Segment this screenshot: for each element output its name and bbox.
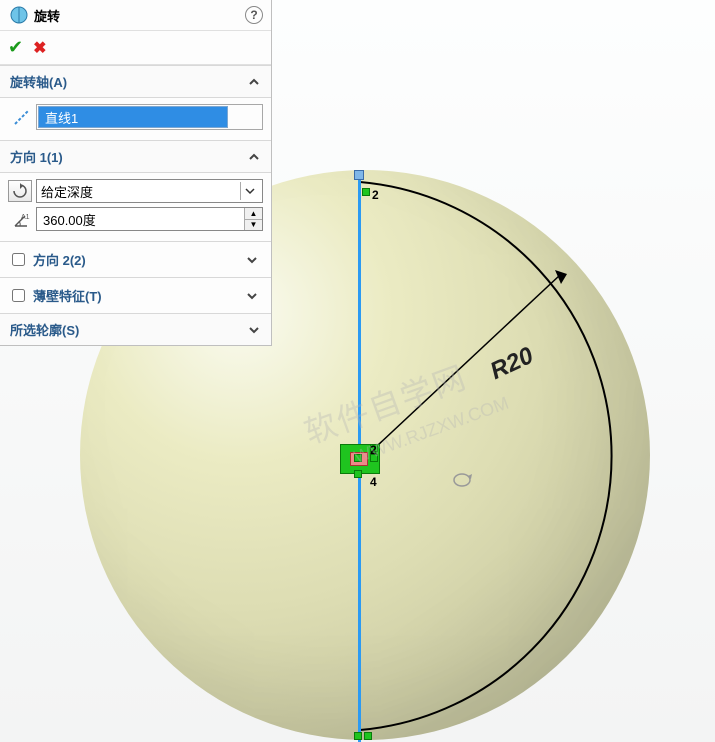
end-condition-dropdown[interactable]: 给定深度 [36, 179, 263, 203]
group-title-dir1: 方向 1(1) [10, 147, 63, 166]
group-body-axis [0, 98, 271, 140]
group-header-contours[interactable]: 所选轮廓(S) [0, 313, 271, 345]
group-header-dir1[interactable]: 方向 1(1) [0, 140, 271, 173]
angle-input[interactable] [37, 208, 244, 230]
group-body-dir1: 给定深度 A1 ▲ ▼ [0, 173, 271, 241]
angle-spinner[interactable]: ▲ ▼ [36, 207, 263, 231]
angle-icon: A1 [8, 209, 36, 229]
chevron-down-icon [247, 323, 261, 337]
dir2-checkbox[interactable] [12, 253, 25, 266]
axis-selection-input[interactable] [38, 106, 228, 128]
relation-handle[interactable] [354, 470, 362, 478]
thin-feature-checkbox[interactable] [12, 289, 25, 302]
rotate-indicator-icon [450, 470, 474, 490]
group-title-axis: 旋转轴(A) [10, 72, 67, 91]
revolve-feature-icon [8, 4, 30, 26]
panel-title: 旋转 [34, 6, 245, 25]
chevron-down-icon [245, 253, 259, 267]
spin-down-button[interactable]: ▼ [245, 220, 262, 231]
group-title-thin: 薄壁特征(T) [33, 286, 102, 305]
endpoint-handle-bottom[interactable] [354, 732, 362, 740]
spin-up-button[interactable]: ▲ [245, 208, 262, 220]
chevron-up-icon [247, 150, 261, 164]
reverse-direction-button[interactable] [8, 180, 32, 202]
confirm-row: ✔ ✖ [0, 31, 271, 65]
group-header-dir2[interactable]: 方向 2(2) [0, 241, 271, 277]
chevron-down-icon [245, 289, 259, 303]
ok-button[interactable]: ✔ [8, 37, 23, 58]
point-label: 2 [372, 188, 379, 202]
end-condition-value: 给定深度 [41, 182, 240, 201]
svg-text:A1: A1 [21, 214, 30, 221]
axis-line-icon [8, 107, 36, 127]
group-header-axis[interactable]: 旋转轴(A) [0, 65, 271, 98]
panel-header: 旋转 ? [0, 0, 271, 31]
chevron-up-icon [247, 75, 261, 89]
group-title-contours: 所选轮廓(S) [10, 320, 79, 339]
point-label: 2 [370, 443, 377, 457]
help-icon[interactable]: ? [245, 6, 263, 24]
group-title-dir2: 方向 2(2) [33, 250, 86, 269]
group-header-thin[interactable]: 薄壁特征(T) [0, 277, 271, 313]
endpoint-handle-top[interactable] [354, 170, 364, 180]
chevron-down-icon [240, 182, 258, 200]
relation-handle[interactable] [354, 454, 362, 462]
relation-handle[interactable] [362, 188, 370, 196]
cancel-button[interactable]: ✖ [33, 38, 46, 58]
relation-handle[interactable] [364, 732, 372, 740]
axis-selection-box[interactable] [36, 104, 263, 130]
property-manager-panel: 旋转 ? ✔ ✖ 旋转轴(A) 方向 1(1) [0, 0, 272, 346]
point-label: 4 [370, 475, 377, 489]
